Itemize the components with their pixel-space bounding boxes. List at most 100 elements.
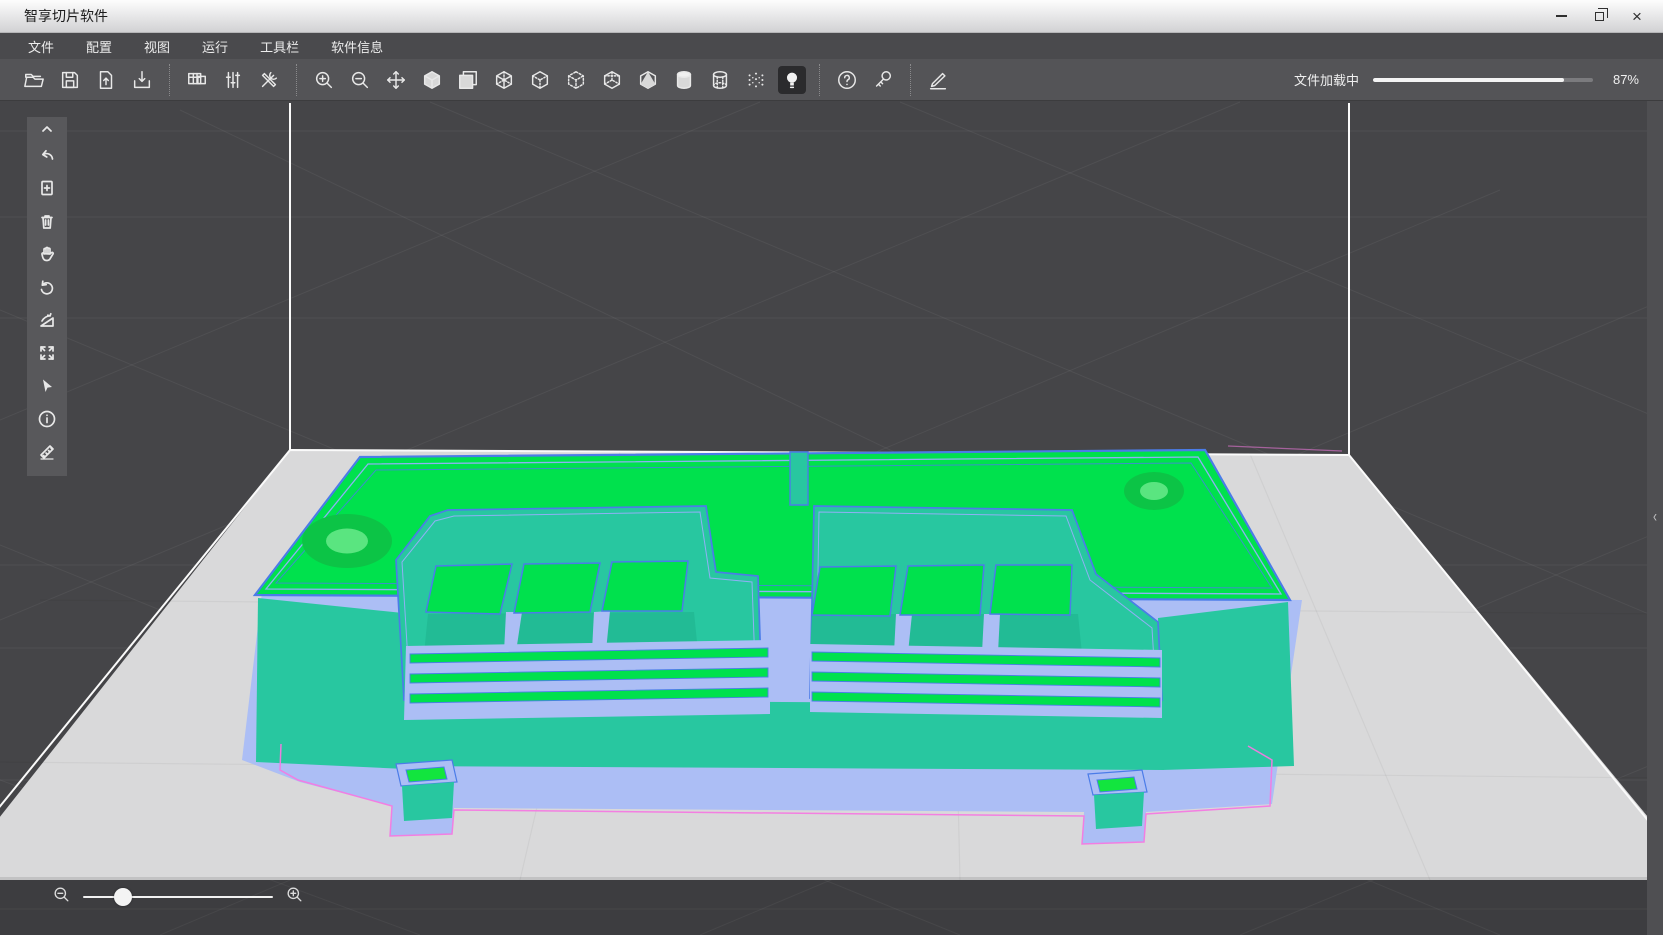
menu-toolbar[interactable]: 工具栏 — [256, 35, 303, 58]
machine-tools-button[interactable] — [255, 66, 283, 94]
add-model-icon — [37, 178, 57, 198]
zoom-in-button[interactable] — [310, 66, 338, 94]
minimize-button[interactable] — [1553, 8, 1569, 24]
left-tool-rail — [27, 117, 67, 476]
view-wireframe-button[interactable] — [490, 66, 518, 94]
delete-model-icon — [37, 211, 57, 231]
view-hidden-line-button[interactable] — [526, 66, 554, 94]
scale-button[interactable] — [30, 303, 64, 336]
zoom-in-icon[interactable] — [285, 885, 304, 909]
cube-copy-icon — [457, 69, 479, 91]
scale-icon — [37, 310, 57, 330]
progress-bar-fill — [1373, 78, 1564, 82]
view-copy-button[interactable] — [454, 66, 482, 94]
move-view-icon — [385, 69, 407, 91]
cylinder-wire-icon — [709, 69, 731, 91]
view-half-section-button[interactable] — [634, 66, 662, 94]
measure-button[interactable] — [30, 435, 64, 468]
viewport-zoom-slider — [52, 883, 304, 911]
open-file-button[interactable] — [20, 66, 48, 94]
slicer-app-window: 智享切片软件 × 文件 配置 视图 运行 工具栏 软件信息 — [0, 0, 1663, 935]
open-file-icon — [23, 69, 45, 91]
toolbar-separator — [819, 64, 820, 96]
cube-solid-icon — [421, 69, 443, 91]
cube-half-icon — [637, 69, 659, 91]
zoom-slider-track[interactable] — [83, 896, 273, 898]
model-slats-left — [404, 640, 770, 720]
measure-icon — [37, 442, 57, 462]
build-plate-button[interactable] — [183, 66, 211, 94]
toolbar-separator — [296, 64, 297, 96]
menu-file[interactable]: 文件 — [24, 35, 58, 58]
title-bar: 智享切片软件 × — [0, 0, 1663, 33]
zoom-out-button[interactable] — [346, 66, 374, 94]
toolbar-separator — [169, 64, 170, 96]
model-circular-boss-right — [1124, 472, 1184, 510]
model-front-cube-right — [1088, 770, 1147, 829]
license-key-button[interactable] — [869, 66, 897, 94]
parameter-sliders-button[interactable] — [219, 66, 247, 94]
view-cylinder-wire-button[interactable] — [706, 66, 734, 94]
file-loading-progress: 文件加载中 87% — [1294, 70, 1639, 89]
cylinder-icon — [673, 69, 695, 91]
key-icon — [872, 69, 894, 91]
rotate-icon — [37, 277, 57, 297]
progress-bar — [1373, 78, 1593, 82]
cube-hidden-line-icon — [529, 69, 551, 91]
pan-hand-icon — [37, 244, 57, 264]
pan-button[interactable] — [30, 237, 64, 270]
model-front-cube-left — [396, 760, 457, 821]
view-dashed-button[interactable] — [562, 66, 590, 94]
help-button[interactable] — [833, 66, 861, 94]
move-view-button[interactable] — [382, 66, 410, 94]
view-transparent-button[interactable] — [598, 66, 626, 94]
expand-panel-chevron-icon[interactable]: ‹ — [1653, 506, 1657, 526]
model-back-notch — [790, 452, 808, 505]
zoom-slider-thumb[interactable] — [114, 888, 132, 906]
delete-model-button[interactable] — [30, 204, 64, 237]
right-panel-strip: ‹ — [1647, 101, 1663, 935]
collapse-rail-button[interactable] — [30, 120, 64, 138]
zoom-out-icon[interactable] — [52, 885, 71, 909]
undo-button[interactable] — [30, 138, 64, 171]
view-point-cloud-button[interactable] — [742, 66, 770, 94]
fit-view-button[interactable] — [30, 336, 64, 369]
add-model-button[interactable] — [30, 171, 64, 204]
menu-view[interactable]: 视图 — [140, 35, 174, 58]
menu-run[interactable]: 运行 — [198, 35, 232, 58]
progress-label: 文件加载中 — [1294, 70, 1359, 89]
parameter-sliders-icon — [222, 69, 244, 91]
menu-config[interactable]: 配置 — [82, 35, 116, 58]
pen-icon — [927, 69, 949, 91]
app-title: 智享切片软件 — [24, 6, 108, 26]
select-button[interactable] — [30, 369, 64, 402]
info-icon — [37, 409, 57, 429]
view-solid-button[interactable] — [418, 66, 446, 94]
view-cylinder-button[interactable] — [670, 66, 698, 94]
annotate-pen-button[interactable] — [924, 66, 952, 94]
select-cursor-icon — [37, 376, 57, 396]
sliced-model[interactable] — [242, 446, 1342, 844]
close-button[interactable]: × — [1629, 8, 1645, 24]
save-icon — [59, 69, 81, 91]
toolbar-separator — [910, 64, 911, 96]
model-circular-boss-left — [302, 514, 392, 568]
import-model-button[interactable] — [92, 66, 120, 94]
import-model-icon — [95, 69, 117, 91]
menu-about[interactable]: 软件信息 — [327, 35, 387, 58]
3d-viewport-scene[interactable] — [0, 0, 1663, 935]
restore-button[interactable] — [1591, 8, 1607, 24]
save-button[interactable] — [56, 66, 84, 94]
model-info-button[interactable] — [30, 402, 64, 435]
export-model-icon — [131, 69, 153, 91]
zoom-in-icon — [313, 69, 335, 91]
light-toggle-button[interactable] — [778, 66, 806, 94]
zoom-out-icon — [349, 69, 371, 91]
undo-icon — [37, 145, 57, 165]
window-controls: × — [1553, 8, 1645, 24]
rotate-button[interactable] — [30, 270, 64, 303]
menu-bar: 文件 配置 视图 运行 工具栏 软件信息 — [0, 33, 1663, 59]
point-cloud-icon — [745, 69, 767, 91]
export-model-button[interactable] — [128, 66, 156, 94]
main-toolbar: 文件加载中 87% — [0, 59, 1663, 101]
